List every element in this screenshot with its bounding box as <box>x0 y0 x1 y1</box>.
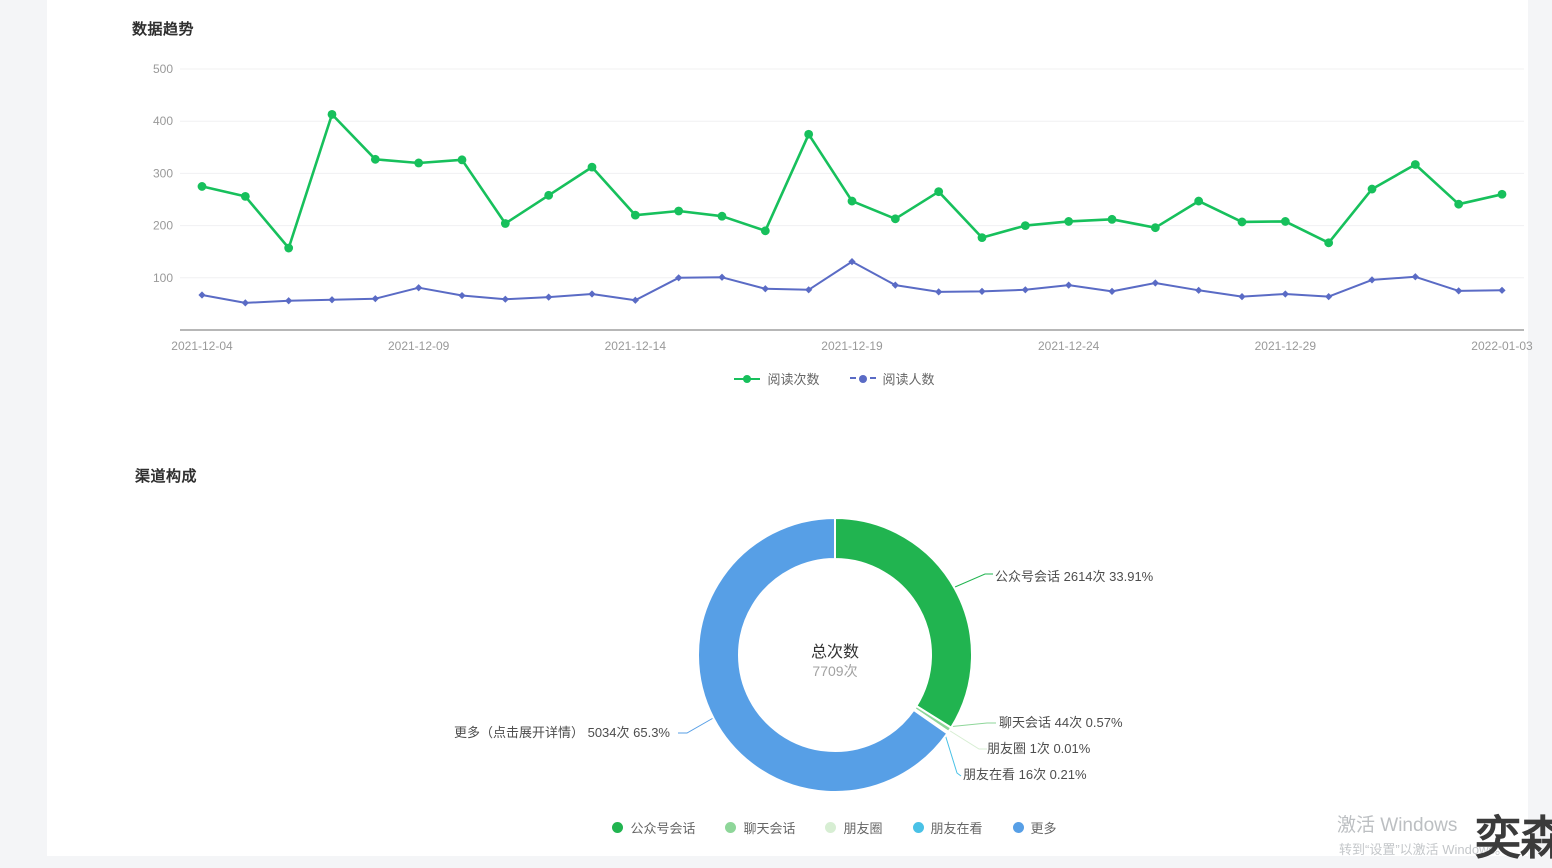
donut-legend-label: 朋友在看 <box>931 818 983 837</box>
callout-label-moments: 朋友圈 1次 0.01% <box>987 741 1090 757</box>
svg-text:100: 100 <box>153 271 173 285</box>
watermark-logo: 奕森格 <box>1475 802 1552 868</box>
donut-legend-item[interactable]: 更多 <box>1013 818 1057 837</box>
callout-line-moments <box>947 729 987 749</box>
svg-text:200: 200 <box>153 219 173 233</box>
svg-text:2021-12-04: 2021-12-04 <box>171 339 233 353</box>
callout-label-wow: 朋友在看 16次 0.21% <box>963 767 1087 783</box>
donut-legend: 公众号会话 聊天会话 朋友圈 朋友在看 更多 <box>94 818 1552 837</box>
donut-legend-label: 公众号会话 <box>630 818 695 837</box>
svg-text:2021-12-14: 2021-12-14 <box>605 339 667 353</box>
svg-text:500: 500 <box>153 62 173 76</box>
svg-text:2021-12-09: 2021-12-09 <box>388 339 450 353</box>
read-count-line-marker-icon <box>734 374 760 384</box>
read-users-line-marker-icon <box>850 374 876 384</box>
donut-legend-label: 聊天会话 <box>743 818 795 837</box>
legend-item-read-users[interactable]: 阅读人数 <box>850 369 935 388</box>
donut-legend-label: 更多 <box>1031 818 1057 837</box>
legend-dot-icon <box>1013 822 1024 833</box>
callout-label-chat: 聊天会话 44次 0.57% <box>999 715 1123 731</box>
page-background: { "watermark": { "line1": "激活 Windows", … <box>0 0 1552 856</box>
donut-legend-item[interactable]: 朋友在看 <box>913 818 983 837</box>
read-count-legend-label: 阅读次数 <box>767 369 819 388</box>
channel-section-title: 渠道构成 <box>135 465 197 486</box>
callout-label-gzh: 公众号会话 2614次 33.91% <box>995 569 1153 585</box>
svg-text:2021-12-24: 2021-12-24 <box>1038 339 1100 353</box>
donut-center-label: 总次数 <box>735 638 935 662</box>
svg-text:300: 300 <box>153 166 173 180</box>
watermark-activate-windows: 激活 Windows <box>1337 810 1457 837</box>
svg-text:2021-12-19: 2021-12-19 <box>821 339 883 353</box>
legend-dot-icon <box>913 822 924 833</box>
donut-legend-item[interactable]: 聊天会话 <box>725 818 795 837</box>
legend-dot-icon <box>825 822 836 833</box>
donut-legend-item[interactable]: 公众号会话 <box>612 818 695 837</box>
callout-line-wow <box>944 731 961 776</box>
trend-legend: 阅读次数 阅读人数 <box>94 369 1552 388</box>
legend-dot-icon <box>725 822 736 833</box>
legend-item-read-count[interactable]: 阅读次数 <box>734 369 819 388</box>
callout-line-more <box>678 717 715 733</box>
svg-text:400: 400 <box>153 114 173 128</box>
legend-dot-icon <box>612 822 623 833</box>
trend-line-chart[interactable]: 100 200 300 400 500 2021-12-04 2021-12-09 2021-… <box>47 0 1552 400</box>
svg-text:2021-12-29: 2021-12-29 <box>1255 339 1317 353</box>
donut-legend-label: 朋友圈 <box>843 818 882 837</box>
read-users-legend-label: 阅读人数 <box>883 369 935 388</box>
donut-legend-item[interactable]: 朋友圈 <box>825 818 882 837</box>
svg-text:2022-01-03: 2022-01-03 <box>1471 339 1533 353</box>
callout-label-more-expand[interactable]: 更多（点击展开详情） 5034次 65.3% <box>410 725 670 741</box>
donut-center-value: 7709次 <box>735 661 935 681</box>
callout-line-gzh <box>955 574 993 587</box>
content-card: 数据趋势 1002003004005002021-12-042021-12-09… <box>47 0 1528 856</box>
